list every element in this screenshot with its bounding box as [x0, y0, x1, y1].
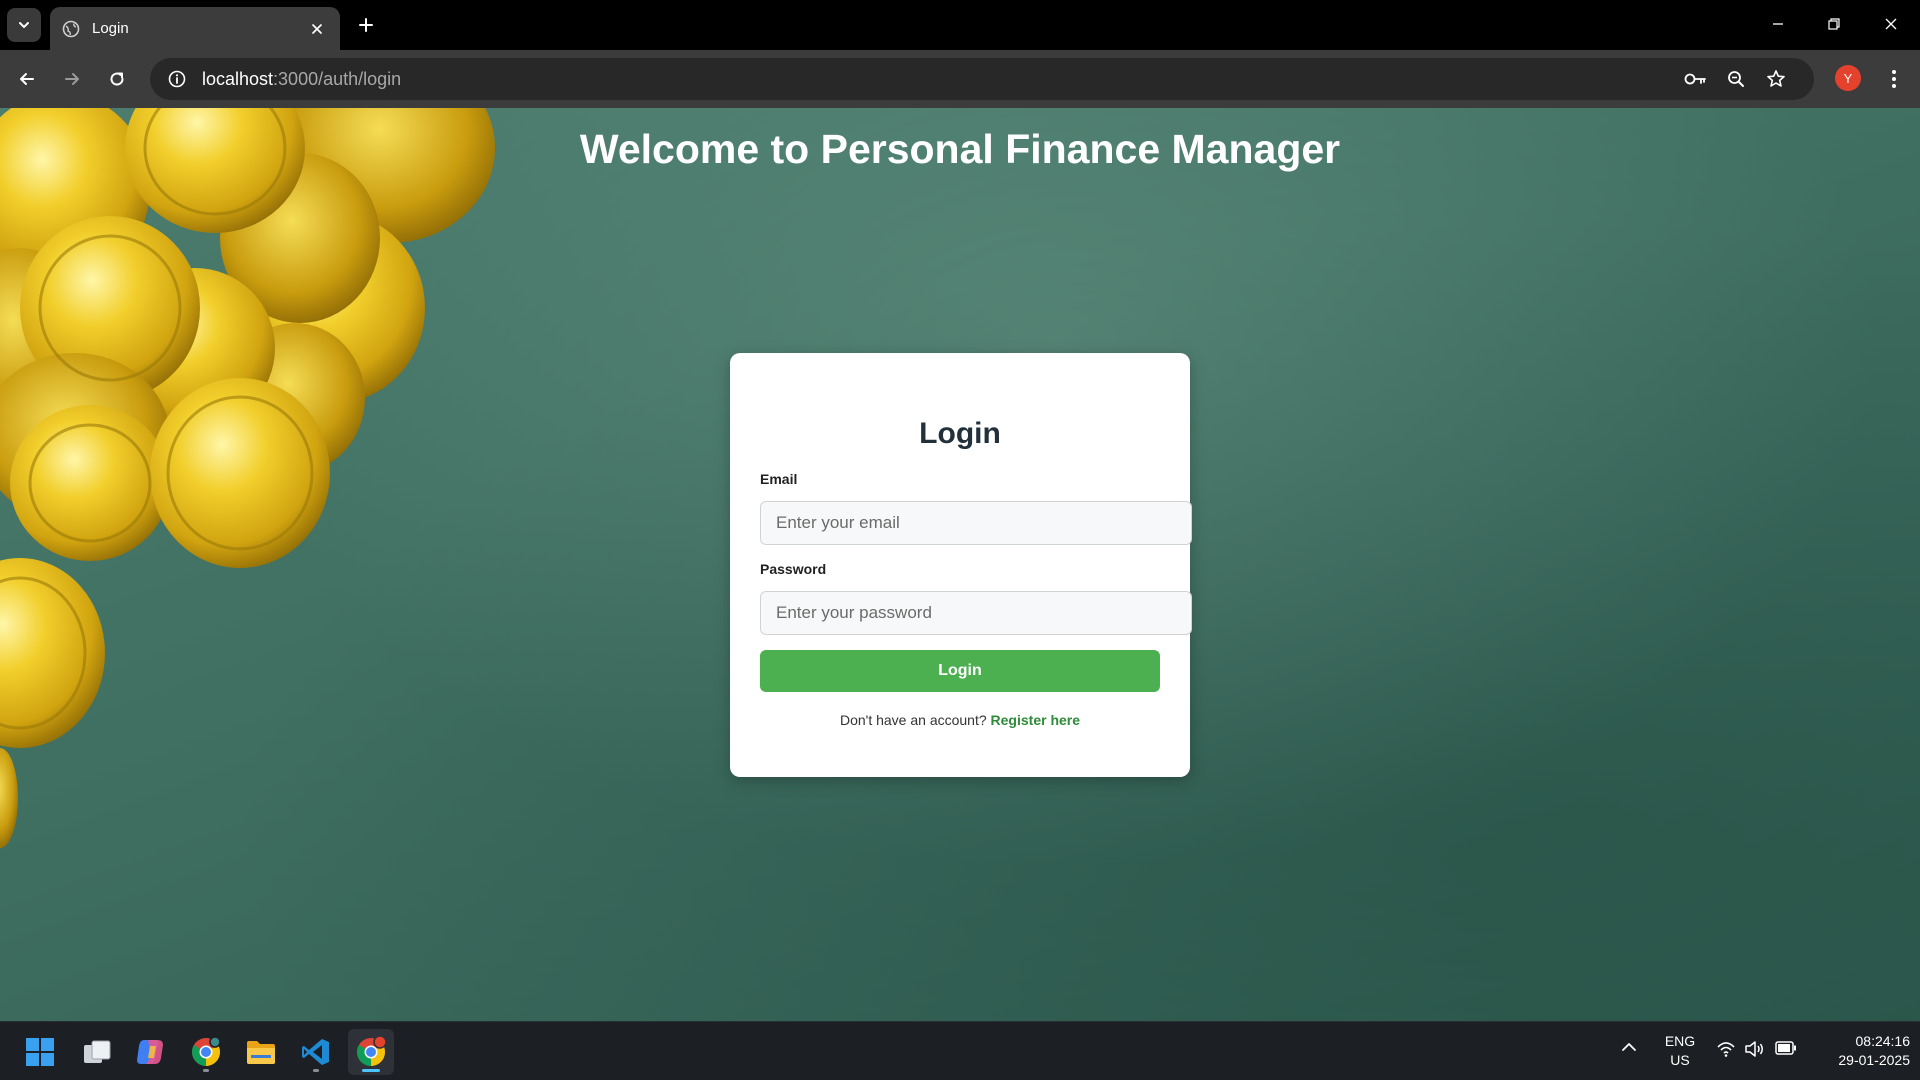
tab-title: Login [92, 20, 129, 37]
language-code: ENG [1664, 1033, 1696, 1049]
globe-icon [62, 20, 80, 38]
clock-time: 08:24:16 [1855, 1033, 1911, 1049]
login-card: Login Email Password Login Don't have an… [730, 353, 1192, 777]
url-text[interactable]: localhost:3000/auth/login [202, 69, 401, 90]
register-prompt: Don't have an account? Register here [730, 712, 1190, 728]
minimize-button[interactable] [1758, 8, 1798, 40]
profile-avatar[interactable]: Y [1835, 65, 1861, 91]
vscode-icon [302, 1039, 329, 1065]
gold-coins-image [0, 108, 495, 848]
minimize-icon [1773, 23, 1783, 25]
copilot-icon [137, 1040, 163, 1064]
taskbar: ENG US 08:24:16 29-01-2025 [0, 1021, 1920, 1080]
forward-button[interactable] [56, 63, 88, 95]
password-label: Password [760, 561, 827, 577]
email-label: Email [760, 471, 798, 487]
password-input[interactable] [760, 591, 1192, 635]
language-indicator[interactable]: ENG US [1660, 1032, 1700, 1070]
chrome-app-active[interactable] [348, 1029, 394, 1075]
url-path: :3000/auth/login [273, 68, 402, 89]
register-link[interactable]: Register here [991, 712, 1080, 728]
system-clock[interactable]: 08:24:16 29-01-2025 [1800, 1032, 1910, 1070]
battery-icon[interactable] [1775, 1041, 1797, 1055]
address-bar[interactable]: localhost:3000/auth/login [150, 58, 1814, 100]
volume-icon[interactable] [1744, 1040, 1766, 1058]
back-button[interactable] [11, 63, 43, 95]
restore-button[interactable] [1814, 8, 1854, 40]
login-title: Login [919, 417, 1001, 450]
chevron-down-icon [19, 22, 29, 28]
url-host: localhost [202, 68, 274, 89]
login-button[interactable]: Login [760, 650, 1160, 692]
close-window-button[interactable] [1871, 8, 1911, 40]
tab-search-button[interactable] [7, 8, 41, 42]
vscode-app[interactable] [293, 1029, 339, 1075]
password-key-icon[interactable] [1680, 63, 1712, 95]
zoom-icon[interactable] [1720, 63, 1752, 95]
show-hidden-icons-button[interactable] [1620, 1038, 1638, 1056]
chrome-profile-icon [357, 1036, 387, 1066]
running-indicator [313, 1069, 319, 1072]
browser-menu-button[interactable] [1880, 63, 1908, 95]
register-prompt-text: Don't have an account? [839, 712, 987, 728]
arrow-left-icon [20, 73, 34, 85]
clock-date: 29-01-2025 [1838, 1052, 1910, 1068]
site-info-icon[interactable] [156, 58, 198, 100]
start-button[interactable] [17, 1029, 63, 1075]
folder-icon [247, 1041, 275, 1064]
task-view-button[interactable] [74, 1029, 120, 1075]
login-page: Welcome to Personal Finance Manager Logi… [0, 108, 1920, 1021]
chevron-up-icon [1622, 1043, 1636, 1051]
task-view-icon [84, 1040, 111, 1063]
plus-icon [359, 18, 373, 32]
wifi-icon[interactable] [1716, 1040, 1736, 1058]
file-explorer-app[interactable] [238, 1029, 284, 1075]
restore-icon [1828, 18, 1840, 30]
region-code: US [1670, 1052, 1690, 1068]
windows-logo-icon [26, 1038, 54, 1066]
reload-icon [110, 72, 124, 86]
active-indicator [362, 1069, 380, 1072]
browser-tab-login[interactable]: Login [50, 7, 340, 50]
close-tab-icon[interactable] [306, 18, 328, 40]
chrome-app-secondary[interactable] [183, 1029, 229, 1075]
arrow-right-icon [65, 73, 79, 85]
kebab-menu-icon [1892, 70, 1896, 88]
reload-button[interactable] [101, 63, 133, 95]
bookmark-star-icon[interactable] [1760, 63, 1792, 95]
chrome-icon [192, 1036, 221, 1066]
page-heading: Welcome to Personal Finance Manager [579, 126, 1341, 172]
copilot-app[interactable] [128, 1029, 174, 1075]
close-icon [1885, 18, 1897, 30]
new-tab-button[interactable] [352, 11, 380, 39]
browser-tab-strip: Login [0, 0, 1920, 50]
email-input[interactable] [760, 501, 1192, 545]
browser-toolbar: localhost:3000/auth/login Y [0, 50, 1920, 108]
running-indicator [203, 1069, 209, 1072]
